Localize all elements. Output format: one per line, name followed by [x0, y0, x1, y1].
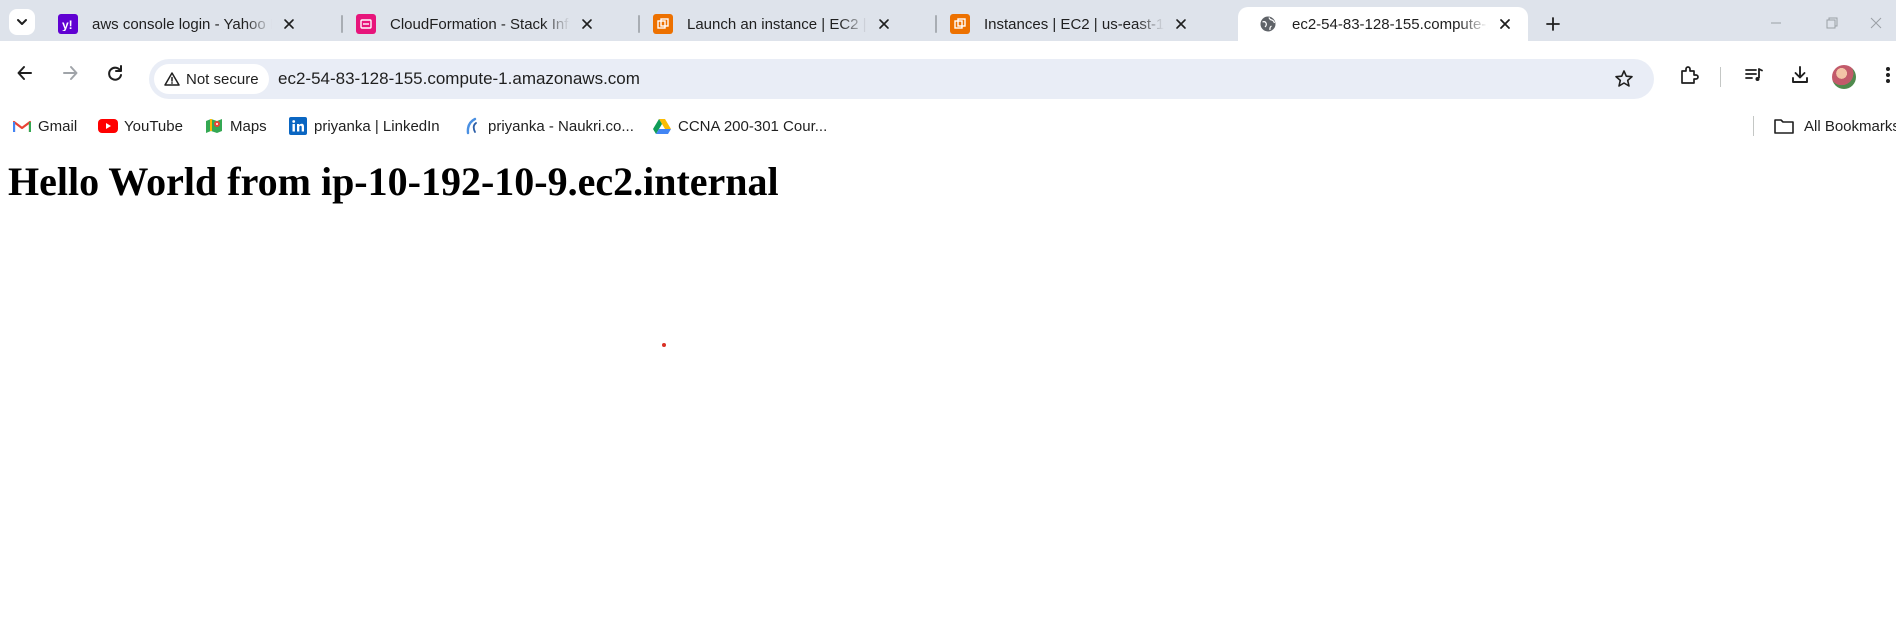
arrow-left-icon [17, 66, 32, 80]
toolbar-divider [1720, 67, 1721, 87]
security-chip[interactable]: Not secure [154, 64, 269, 94]
drive-icon [652, 116, 672, 136]
bookmark-linkedin[interactable]: priyanka | LinkedIn [288, 116, 440, 136]
bookmark-ccna-course[interactable]: CCNA 200-301 Cour... [652, 116, 827, 136]
reload-icon [108, 65, 122, 81]
bookmark-label: CCNA 200-301 Cour... [678, 117, 828, 135]
close-tab-icon[interactable] [1496, 15, 1514, 33]
tab-title: aws console login - Yahoo India Search R… [92, 15, 272, 33]
more-vertical-icon [1886, 67, 1890, 83]
playlist-icon [1745, 68, 1763, 81]
chevron-down-icon [17, 19, 27, 25]
page-heading: Hello World from ip-10-192-10-9.ec2.inte… [8, 159, 779, 204]
bookmark-label: priyanka | LinkedIn [314, 117, 440, 135]
cloudformation-icon [356, 14, 376, 34]
globe-icon [1258, 14, 1278, 34]
extensions-button[interactable] [1675, 61, 1703, 89]
reload-button[interactable] [97, 55, 133, 91]
puzzle-icon [1681, 66, 1699, 84]
arrow-right-icon [63, 66, 78, 80]
restore-icon [1826, 17, 1838, 29]
back-button[interactable] [7, 55, 43, 91]
toolbar: Not secure ec2-54-83-128-155.compute-1.a… [0, 41, 1896, 116]
gmail-icon [12, 116, 32, 136]
svg-text:y!: y! [62, 18, 73, 31]
close-tab-icon[interactable] [875, 15, 893, 33]
bookmark-maps[interactable]: Maps [204, 116, 267, 136]
tab-title: CloudFormation - Stack InfraCloudFormati… [390, 15, 570, 33]
tab-search-button[interactable] [9, 9, 35, 35]
browser-menu-button[interactable] [1874, 61, 1896, 89]
star-icon [1615, 70, 1633, 87]
url-text[interactable]: ec2-54-83-128-155.compute-1.amazonaws.co… [278, 69, 640, 89]
ec2-icon [653, 14, 673, 34]
close-tab-icon[interactable] [280, 15, 298, 33]
all-bookmarks-button[interactable]: All Bookmarks [1774, 116, 1896, 136]
bookmark-label: Maps [230, 117, 267, 135]
close-tab-icon[interactable] [1172, 15, 1190, 33]
tab-title: Instances | EC2 | us-east-1 [984, 15, 1164, 33]
ec2-icon [950, 14, 970, 34]
folder-icon [1774, 116, 1794, 136]
bookmark-gmail[interactable]: Gmail [12, 116, 77, 136]
profile-avatar[interactable] [1832, 65, 1856, 89]
bookmark-label: priyanka - Naukri.co... [488, 117, 634, 135]
plus-icon [1546, 17, 1560, 31]
bookmarks-divider [1753, 116, 1754, 136]
bookmark-youtube[interactable]: YouTube [98, 116, 183, 136]
mouse-pointer-dot [662, 343, 666, 347]
yahoo-icon: y! [58, 14, 78, 34]
all-bookmarks-label: All Bookmarks [1804, 117, 1896, 135]
address-bar[interactable]: Not secure ec2-54-83-128-155.compute-1.a… [149, 59, 1654, 99]
warning-icon [164, 72, 180, 86]
download-icon [1792, 66, 1808, 83]
tab-ec2-public-dns[interactable]: ec2-54-83-128-155.compute-1.amazonaws.co… [1238, 7, 1528, 41]
tab-instances[interactable]: Instances | EC2 | us-east-1 [930, 7, 1204, 41]
close-window-button[interactable] [1856, 10, 1896, 36]
tab-yahoo-search[interactable]: y! aws console login - Yahoo India Searc… [38, 7, 312, 41]
close-tab-icon[interactable] [578, 15, 596, 33]
bookmark-naukri[interactable]: priyanka - Naukri.co... [462, 116, 634, 136]
media-controls-button[interactable] [1740, 61, 1768, 89]
new-tab-button[interactable] [1540, 11, 1566, 37]
bookmark-star-button[interactable] [1612, 67, 1636, 91]
maps-icon [204, 116, 224, 136]
bookmark-label: Gmail [38, 117, 78, 135]
bookmarks-bar: Gmail YouTube Maps priyanka | LinkedIn p… [0, 116, 1896, 136]
naukri-icon [462, 116, 482, 136]
tab-cloudformation[interactable]: CloudFormation - Stack InfraCloudFormati… [336, 7, 610, 41]
linkedin-icon [288, 116, 308, 136]
tab-launch-instance[interactable]: Launch an instance | EC2 | us-east-1 [633, 7, 907, 41]
tab-strip: y! aws console login - Yahoo India Searc… [0, 0, 1896, 41]
tab-title: ec2-54-83-128-155.compute-1.amazonaws.co… [1292, 15, 1488, 33]
restore-button[interactable] [1812, 10, 1852, 36]
minimize-button[interactable] [1756, 10, 1796, 36]
downloads-button[interactable] [1786, 61, 1814, 89]
tab-title: Launch an instance | EC2 | us-east-1 [687, 15, 867, 33]
close-icon [1870, 17, 1882, 29]
forward-button[interactable] [52, 55, 88, 91]
security-label: Not secure [186, 70, 259, 88]
youtube-icon [98, 116, 118, 136]
bookmark-label: YouTube [124, 117, 183, 135]
minimize-icon [1771, 22, 1781, 24]
